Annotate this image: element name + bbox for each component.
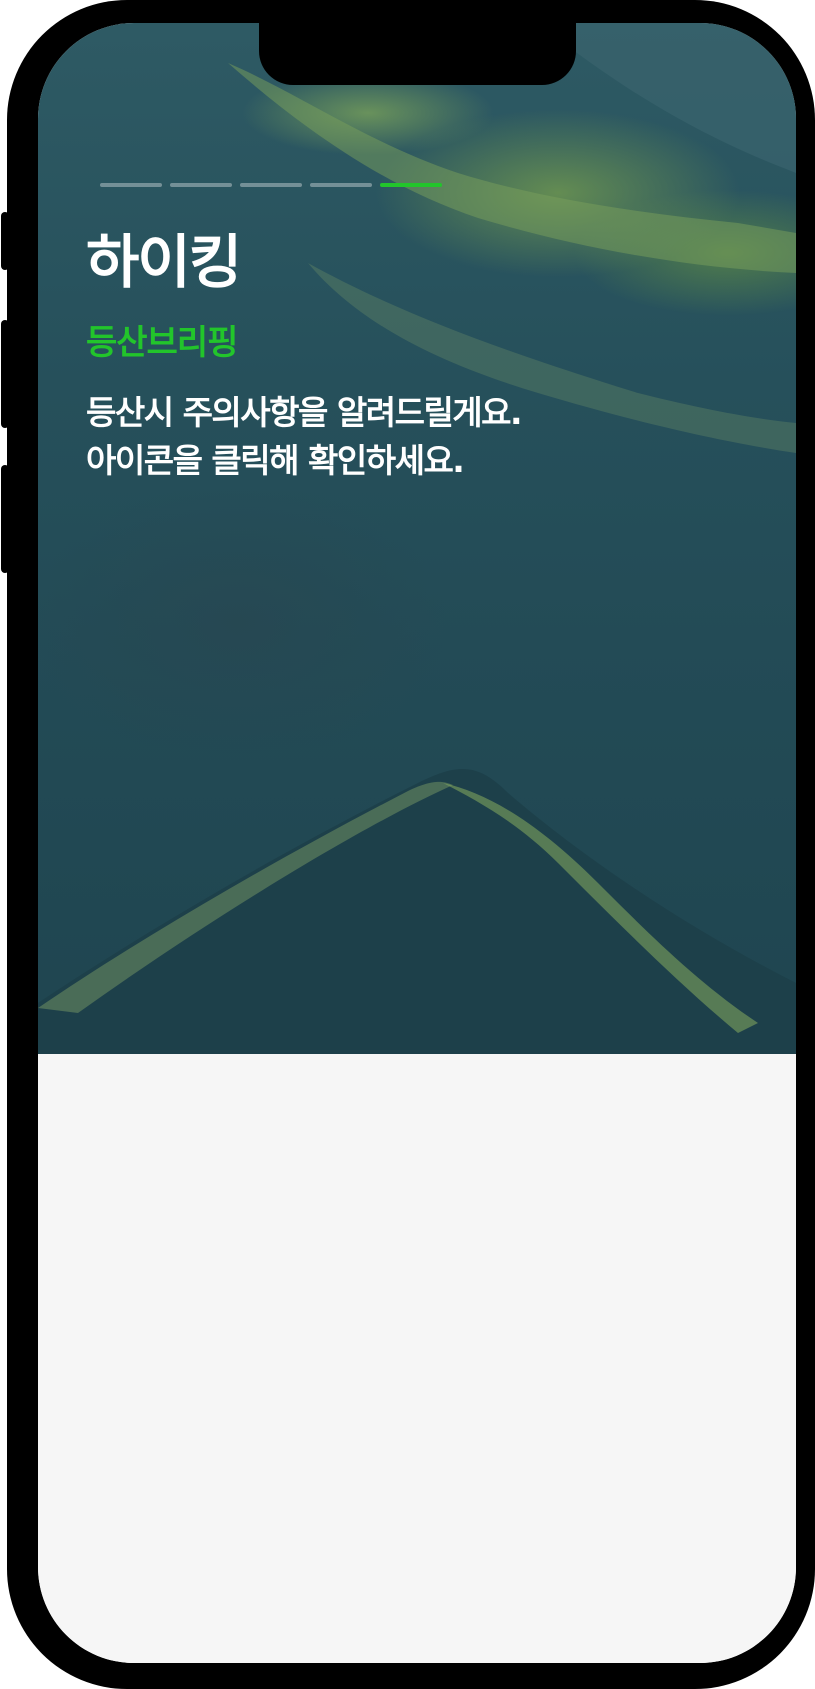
onboarding-progress-indicator <box>100 183 442 187</box>
description-line-2: 아이콘을 클릭해 확인하세요. <box>86 441 465 480</box>
progress-step-2[interactable] <box>170 183 232 187</box>
side-button-volume-up <box>1 320 9 428</box>
side-button-volume-down <box>1 465 9 573</box>
app-screen: 하이킹 등산브리핑 등산시 주의사항을 알려드릴게요. 아이콘을 클릭해 확인하… <box>38 23 796 1663</box>
progress-step-1[interactable] <box>100 183 162 187</box>
description-text: 등산시 주의사항을 알려드릴게요. 아이콘을 클릭해 확인하세요. <box>86 389 523 485</box>
section-subtitle: 등산브리핑 <box>86 323 238 363</box>
hero-background-image <box>38 23 796 1054</box>
phone-frame: 하이킹 등산브리핑 등산시 주의사항을 알려드릴게요. 아이콘을 클릭해 확인하… <box>1 0 815 1689</box>
bottom-content-panel <box>38 1054 796 1663</box>
side-button-mute <box>1 212 9 270</box>
description-line-1: 등산시 주의사항을 알려드릴게요. <box>86 393 523 432</box>
device-notch <box>259 23 576 85</box>
progress-step-4[interactable] <box>310 183 372 187</box>
page-title: 하이킹 <box>86 228 242 296</box>
mountain-illustration <box>38 23 796 1054</box>
progress-step-5-active[interactable] <box>380 183 442 187</box>
progress-step-3[interactable] <box>240 183 302 187</box>
